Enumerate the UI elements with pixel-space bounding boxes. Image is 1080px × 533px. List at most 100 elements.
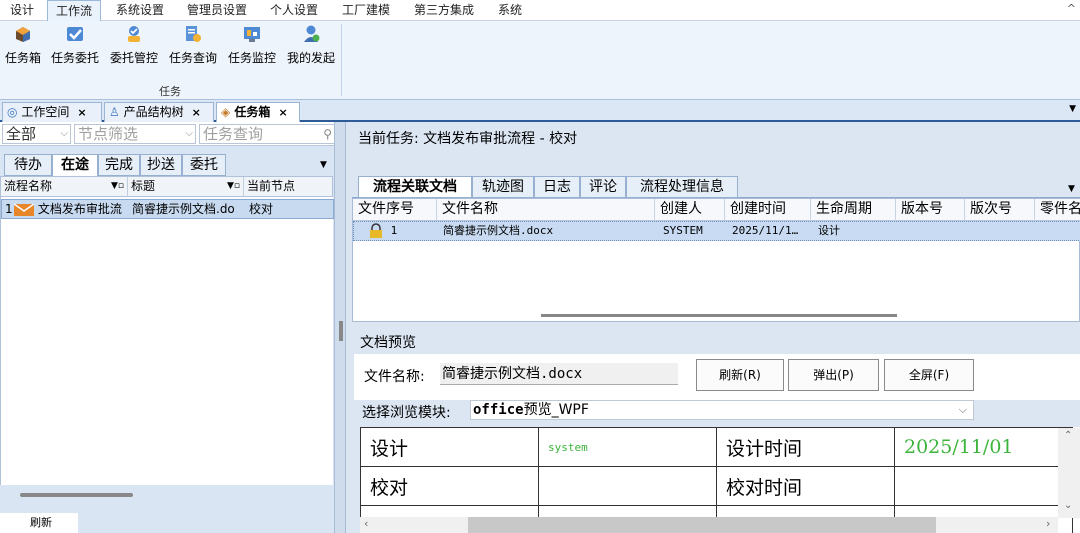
task-box-icon xyxy=(16,27,30,42)
horizontal-scrollbar[interactable] xyxy=(20,493,133,497)
task-delegate-button[interactable]: 任务委托 xyxy=(47,23,103,69)
row-flow-name-text: 文档发布审批流 xyxy=(37,202,122,216)
task-box-tab-icon: ◈ xyxy=(221,105,231,119)
task-monitor-label: 任务监控 xyxy=(227,51,276,65)
tab-delegated[interactable]: 委托 xyxy=(182,154,226,176)
tab-task-box[interactable]: ◈ 任务箱 × xyxy=(216,102,300,122)
task-delegate-label: 任务委托 xyxy=(50,51,99,65)
column-creator[interactable]: 创建人 xyxy=(655,199,725,221)
status-select[interactable]: 全部 ⌵ xyxy=(2,124,71,144)
tab-workspace[interactable]: ◎ 工作空间 × xyxy=(2,102,102,122)
column-created-time[interactable]: 创建时间 xyxy=(725,199,811,221)
close-icon[interactable]: × xyxy=(77,106,86,119)
row-creator: SYSTEM xyxy=(663,224,703,237)
status-select-value: 全部 xyxy=(6,125,37,143)
scroll-left-icon[interactable]: ‹ xyxy=(364,517,368,530)
column-title-label: 标题 xyxy=(131,179,156,193)
tabs-dropdown-icon[interactable]: ▼ xyxy=(320,160,327,170)
document-tabs: ◎ 工作空间 × ♙ 产品结构树 × ◈ 任务箱 × ▼ xyxy=(0,100,1080,122)
tab-todo[interactable]: 待办 xyxy=(4,154,52,176)
column-file-seq[interactable]: 文件序号 xyxy=(353,199,437,221)
task-query-button[interactable]: 任务查询 xyxy=(165,23,221,69)
column-file-name[interactable]: 文件名称 xyxy=(437,199,655,221)
refresh-button[interactable]: 刷新 xyxy=(0,513,78,533)
table-row[interactable]: 1 文档发布审批流 简睿捷示例文档.do 校对 xyxy=(1,199,334,219)
column-version[interactable]: 版本号 xyxy=(896,199,965,221)
task-monitor-button[interactable]: 任务监控 xyxy=(224,23,280,69)
my-initiated-label: 我的发起 xyxy=(286,51,335,65)
tab-done[interactable]: 完成 xyxy=(98,154,140,176)
cell-proofread-time xyxy=(894,466,1073,506)
filter-icon[interactable]: ▼▫ xyxy=(111,177,124,196)
column-lifecycle[interactable]: 生命周期 xyxy=(811,199,896,221)
menu-system[interactable]: 系统 xyxy=(490,0,530,21)
tab-in-progress[interactable]: 在途 xyxy=(52,154,98,176)
module-select[interactable]: office预览_WPF ⌵ xyxy=(470,400,974,420)
tab-trace-graph[interactable]: 轨迹图 xyxy=(472,176,534,198)
column-current-node[interactable]: 当前节点 xyxy=(244,177,334,197)
scroll-right-icon[interactable]: › xyxy=(1046,517,1050,530)
tabs-dropdown-icon[interactable]: ▼ xyxy=(1069,104,1076,114)
task-query-input[interactable]: 任务查询 ⚲ xyxy=(199,124,335,144)
tab-product-tree[interactable]: ♙ 产品结构树 × xyxy=(104,102,214,122)
column-flow-name-label: 流程名称 xyxy=(4,179,53,193)
scroll-thumb[interactable] xyxy=(468,517,936,533)
right-panel: 当前任务: 文档发布审批流程 - 校对 流程关联文档 轨迹图 日志 评论 流程处… xyxy=(346,122,1080,533)
table-row[interactable]: 1 简睿捷示例文档.docx SYSTEM 2025/11/1… 设计 xyxy=(353,221,1080,241)
menu-factory-modeling[interactable]: 工厂建模 xyxy=(334,0,398,21)
chevron-down-icon: ⌵ xyxy=(185,128,193,139)
column-edition[interactable]: 版次号 xyxy=(965,199,1035,221)
menu-personal-settings[interactable]: 个人设置 xyxy=(262,0,326,21)
tabs-dropdown-icon[interactable]: ▼ xyxy=(1068,184,1075,194)
menu-design[interactable]: 设计 xyxy=(2,0,42,21)
tab-related-docs[interactable]: 流程关联文档 xyxy=(358,176,472,198)
scroll-down-icon[interactable]: ⌄ xyxy=(1064,500,1072,511)
file-name-label: 文件名称: xyxy=(364,369,425,385)
product-tree-icon: ♙ xyxy=(109,105,120,119)
cell-proofread: 校对 xyxy=(360,466,539,506)
popup-button[interactable]: 弹出(P) xyxy=(788,359,879,391)
my-initiated-button[interactable]: 我的发起 xyxy=(283,23,339,69)
row-index: 1 xyxy=(5,202,13,216)
delegate-control-button[interactable]: 委托管控 xyxy=(106,23,162,69)
tab-cc[interactable]: 抄送 xyxy=(140,154,182,176)
filter-bar: 全部 ⌵ 节点筛选 ⌵ 任务查询 ⚲ xyxy=(0,122,340,146)
refresh-preview-button[interactable]: 刷新(R) xyxy=(696,359,784,391)
tab-product-tree-label: 产品结构树 xyxy=(123,105,184,119)
tab-process-info[interactable]: 流程处理信息 xyxy=(626,176,738,198)
menu-system-settings[interactable]: 系统设置 xyxy=(108,0,172,21)
tab-comments[interactable]: 评论 xyxy=(580,176,626,198)
search-icon[interactable]: ⚲ xyxy=(323,125,332,143)
close-icon[interactable]: × xyxy=(192,106,201,119)
ribbon-collapse-icon[interactable]: ^ xyxy=(1067,2,1076,15)
preview-toolbar: 文件名称: 简睿捷示例文档.docx 刷新(R) 弹出(P) 全屏(F) xyxy=(354,354,1080,400)
column-flow-name[interactable]: 流程名称 ▼▫ xyxy=(1,177,128,197)
chevron-down-icon: ⌵ xyxy=(958,403,967,416)
splitter-grip[interactable] xyxy=(339,321,343,341)
menu-workflow[interactable]: 工作流 xyxy=(47,0,102,21)
row-file-name: 简睿捷示例文档.docx xyxy=(443,224,554,237)
task-monitor-icon xyxy=(244,27,260,42)
horizontal-scrollbar[interactable]: ‹ › xyxy=(360,517,1058,533)
task-delegate-icon xyxy=(67,27,83,41)
filter-icon[interactable]: ▼▫ xyxy=(227,177,240,196)
cell-proofread-user xyxy=(538,466,717,506)
cell-design-user: system xyxy=(538,427,717,467)
column-title[interactable]: 标题 ▼▫ xyxy=(128,177,244,197)
horizontal-scrollbar[interactable] xyxy=(541,314,897,317)
task-query-icon xyxy=(186,26,201,42)
tab-log[interactable]: 日志 xyxy=(534,176,580,198)
task-query-placeholder: 任务查询 xyxy=(203,125,264,143)
vertical-scrollbar[interactable]: ⌃ ⌄ xyxy=(1058,428,1080,518)
tab-task-box-label: 任务箱 xyxy=(234,105,271,119)
file-name-field[interactable]: 简睿捷示例文档.docx xyxy=(440,363,678,385)
fullscreen-button[interactable]: 全屏(F) xyxy=(884,359,974,391)
scroll-up-icon[interactable]: ⌃ xyxy=(1064,430,1072,441)
task-box-button[interactable]: 任务箱 xyxy=(0,23,51,69)
ribbon-group-label: 任务 xyxy=(159,85,181,98)
menu-admin-settings[interactable]: 管理员设置 xyxy=(179,0,255,21)
node-filter-select[interactable]: 节点筛选 ⌵ xyxy=(74,124,196,144)
column-part-name[interactable]: 零件名 xyxy=(1035,199,1080,221)
menu-third-party[interactable]: 第三方集成 xyxy=(406,0,482,21)
close-icon[interactable]: × xyxy=(278,106,287,119)
